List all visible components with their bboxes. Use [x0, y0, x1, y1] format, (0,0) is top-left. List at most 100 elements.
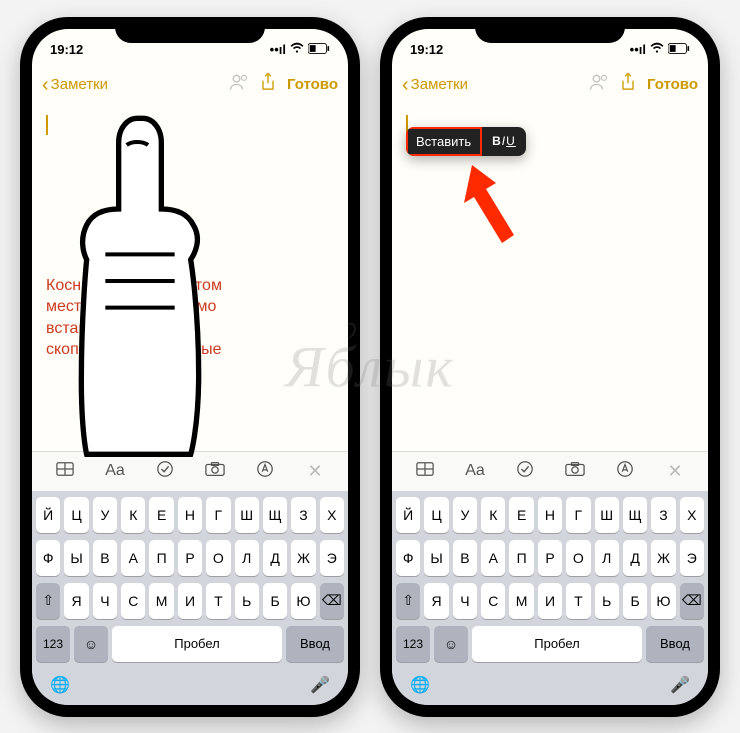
camera-icon[interactable] [201, 461, 229, 482]
key-С[interactable]: С [481, 583, 505, 619]
key-Х[interactable]: Х [320, 497, 344, 533]
key-Г[interactable]: Г [206, 497, 230, 533]
key-Р[interactable]: Р [178, 540, 202, 576]
mic-icon[interactable]: 🎤 [670, 675, 690, 695]
table-icon[interactable] [411, 461, 439, 482]
key-Д[interactable]: Д [263, 540, 287, 576]
key-И[interactable]: И [178, 583, 202, 619]
share-icon[interactable] [259, 72, 277, 97]
key-З[interactable]: З [291, 497, 315, 533]
key-Щ[interactable]: Щ [263, 497, 287, 533]
key-А[interactable]: А [121, 540, 145, 576]
format-icon[interactable]: Aa [461, 462, 489, 480]
key-Э[interactable]: Э [320, 540, 344, 576]
done-button[interactable]: Готово [647, 76, 698, 93]
key-Е[interactable]: Е [509, 497, 533, 533]
paste-menu-item[interactable]: Вставить [406, 127, 482, 156]
key-Т[interactable]: Т [206, 583, 230, 619]
key-Ж[interactable]: Ж [291, 540, 315, 576]
format-menu-item[interactable]: BIU [482, 127, 526, 156]
key-Ш[interactable]: Ш [235, 497, 259, 533]
key-Я[interactable]: Я [424, 583, 448, 619]
backspace-key[interactable]: ⌫ [680, 583, 704, 619]
key-Ц[interactable]: Ц [424, 497, 448, 533]
camera-icon[interactable] [561, 461, 589, 482]
key-И[interactable]: И [538, 583, 562, 619]
key-Ы[interactable]: Ы [64, 540, 88, 576]
markup-icon[interactable] [251, 460, 279, 483]
emoji-key[interactable]: ☺ [74, 626, 108, 662]
numbers-key[interactable]: 123 [396, 626, 430, 662]
key-Щ[interactable]: Щ [623, 497, 647, 533]
key-Н[interactable]: Н [538, 497, 562, 533]
key-Ф[interactable]: Ф [36, 540, 60, 576]
key-Р[interactable]: Р [538, 540, 562, 576]
key-В[interactable]: В [93, 540, 117, 576]
key-Д[interactable]: Д [623, 540, 647, 576]
key-Ю[interactable]: Ю [291, 583, 315, 619]
checklist-icon[interactable] [511, 460, 539, 483]
key-В[interactable]: В [453, 540, 477, 576]
space-key[interactable]: Пробел [112, 626, 282, 662]
key-Ч[interactable]: Ч [453, 583, 477, 619]
back-button[interactable]: ‹ Заметки [402, 75, 468, 95]
key-Ю[interactable]: Ю [651, 583, 675, 619]
enter-key[interactable]: Ввод [646, 626, 704, 662]
collaborate-icon[interactable] [589, 72, 609, 97]
collaborate-icon[interactable] [229, 72, 249, 97]
key-З[interactable]: З [651, 497, 675, 533]
key-К[interactable]: К [481, 497, 505, 533]
key-Э[interactable]: Э [680, 540, 704, 576]
key-С[interactable]: С [121, 583, 145, 619]
markup-icon[interactable] [611, 460, 639, 483]
close-toolbar-icon[interactable]: ✕ [301, 461, 329, 482]
key-Й[interactable]: Й [36, 497, 60, 533]
key-Б[interactable]: Б [263, 583, 287, 619]
shift-key[interactable]: ⇧ [396, 583, 420, 619]
emoji-key[interactable]: ☺ [434, 626, 468, 662]
globe-icon[interactable]: 🌐 [410, 675, 430, 695]
space-key[interactable]: Пробел [472, 626, 642, 662]
note-body[interactable]: Вставить BIU [392, 105, 708, 451]
key-Т[interactable]: Т [566, 583, 590, 619]
key-П[interactable]: П [509, 540, 533, 576]
key-Ф[interactable]: Ф [396, 540, 420, 576]
done-button[interactable]: Готово [287, 76, 338, 93]
format-icon[interactable]: Aa [101, 462, 129, 480]
key-Я[interactable]: Я [64, 583, 88, 619]
note-body[interactable]: Коснитесь экрана в том месте, где необхо… [32, 105, 348, 451]
numbers-key[interactable]: 123 [36, 626, 70, 662]
globe-icon[interactable]: 🌐 [50, 675, 70, 695]
key-Ь[interactable]: Ь [595, 583, 619, 619]
key-Л[interactable]: Л [235, 540, 259, 576]
mic-icon[interactable]: 🎤 [310, 675, 330, 695]
back-button[interactable]: ‹ Заметки [42, 75, 108, 95]
key-Ы[interactable]: Ы [424, 540, 448, 576]
backspace-key[interactable]: ⌫ [320, 583, 344, 619]
close-toolbar-icon[interactable]: ✕ [661, 461, 689, 482]
checklist-icon[interactable] [151, 460, 179, 483]
key-Н[interactable]: Н [178, 497, 202, 533]
key-О[interactable]: О [566, 540, 590, 576]
key-А[interactable]: А [481, 540, 505, 576]
share-icon[interactable] [619, 72, 637, 97]
key-Ь[interactable]: Ь [235, 583, 259, 619]
key-Ч[interactable]: Ч [93, 583, 117, 619]
key-Ж[interactable]: Ж [651, 540, 675, 576]
key-Х[interactable]: Х [680, 497, 704, 533]
key-Ш[interactable]: Ш [595, 497, 619, 533]
key-К[interactable]: К [121, 497, 145, 533]
key-У[interactable]: У [453, 497, 477, 533]
key-Й[interactable]: Й [396, 497, 420, 533]
shift-key[interactable]: ⇧ [36, 583, 60, 619]
key-М[interactable]: М [149, 583, 173, 619]
table-icon[interactable] [51, 461, 79, 482]
key-М[interactable]: М [509, 583, 533, 619]
key-У[interactable]: У [93, 497, 117, 533]
key-Г[interactable]: Г [566, 497, 590, 533]
key-Л[interactable]: Л [595, 540, 619, 576]
key-Ц[interactable]: Ц [64, 497, 88, 533]
enter-key[interactable]: Ввод [286, 626, 344, 662]
key-Е[interactable]: Е [149, 497, 173, 533]
key-П[interactable]: П [149, 540, 173, 576]
